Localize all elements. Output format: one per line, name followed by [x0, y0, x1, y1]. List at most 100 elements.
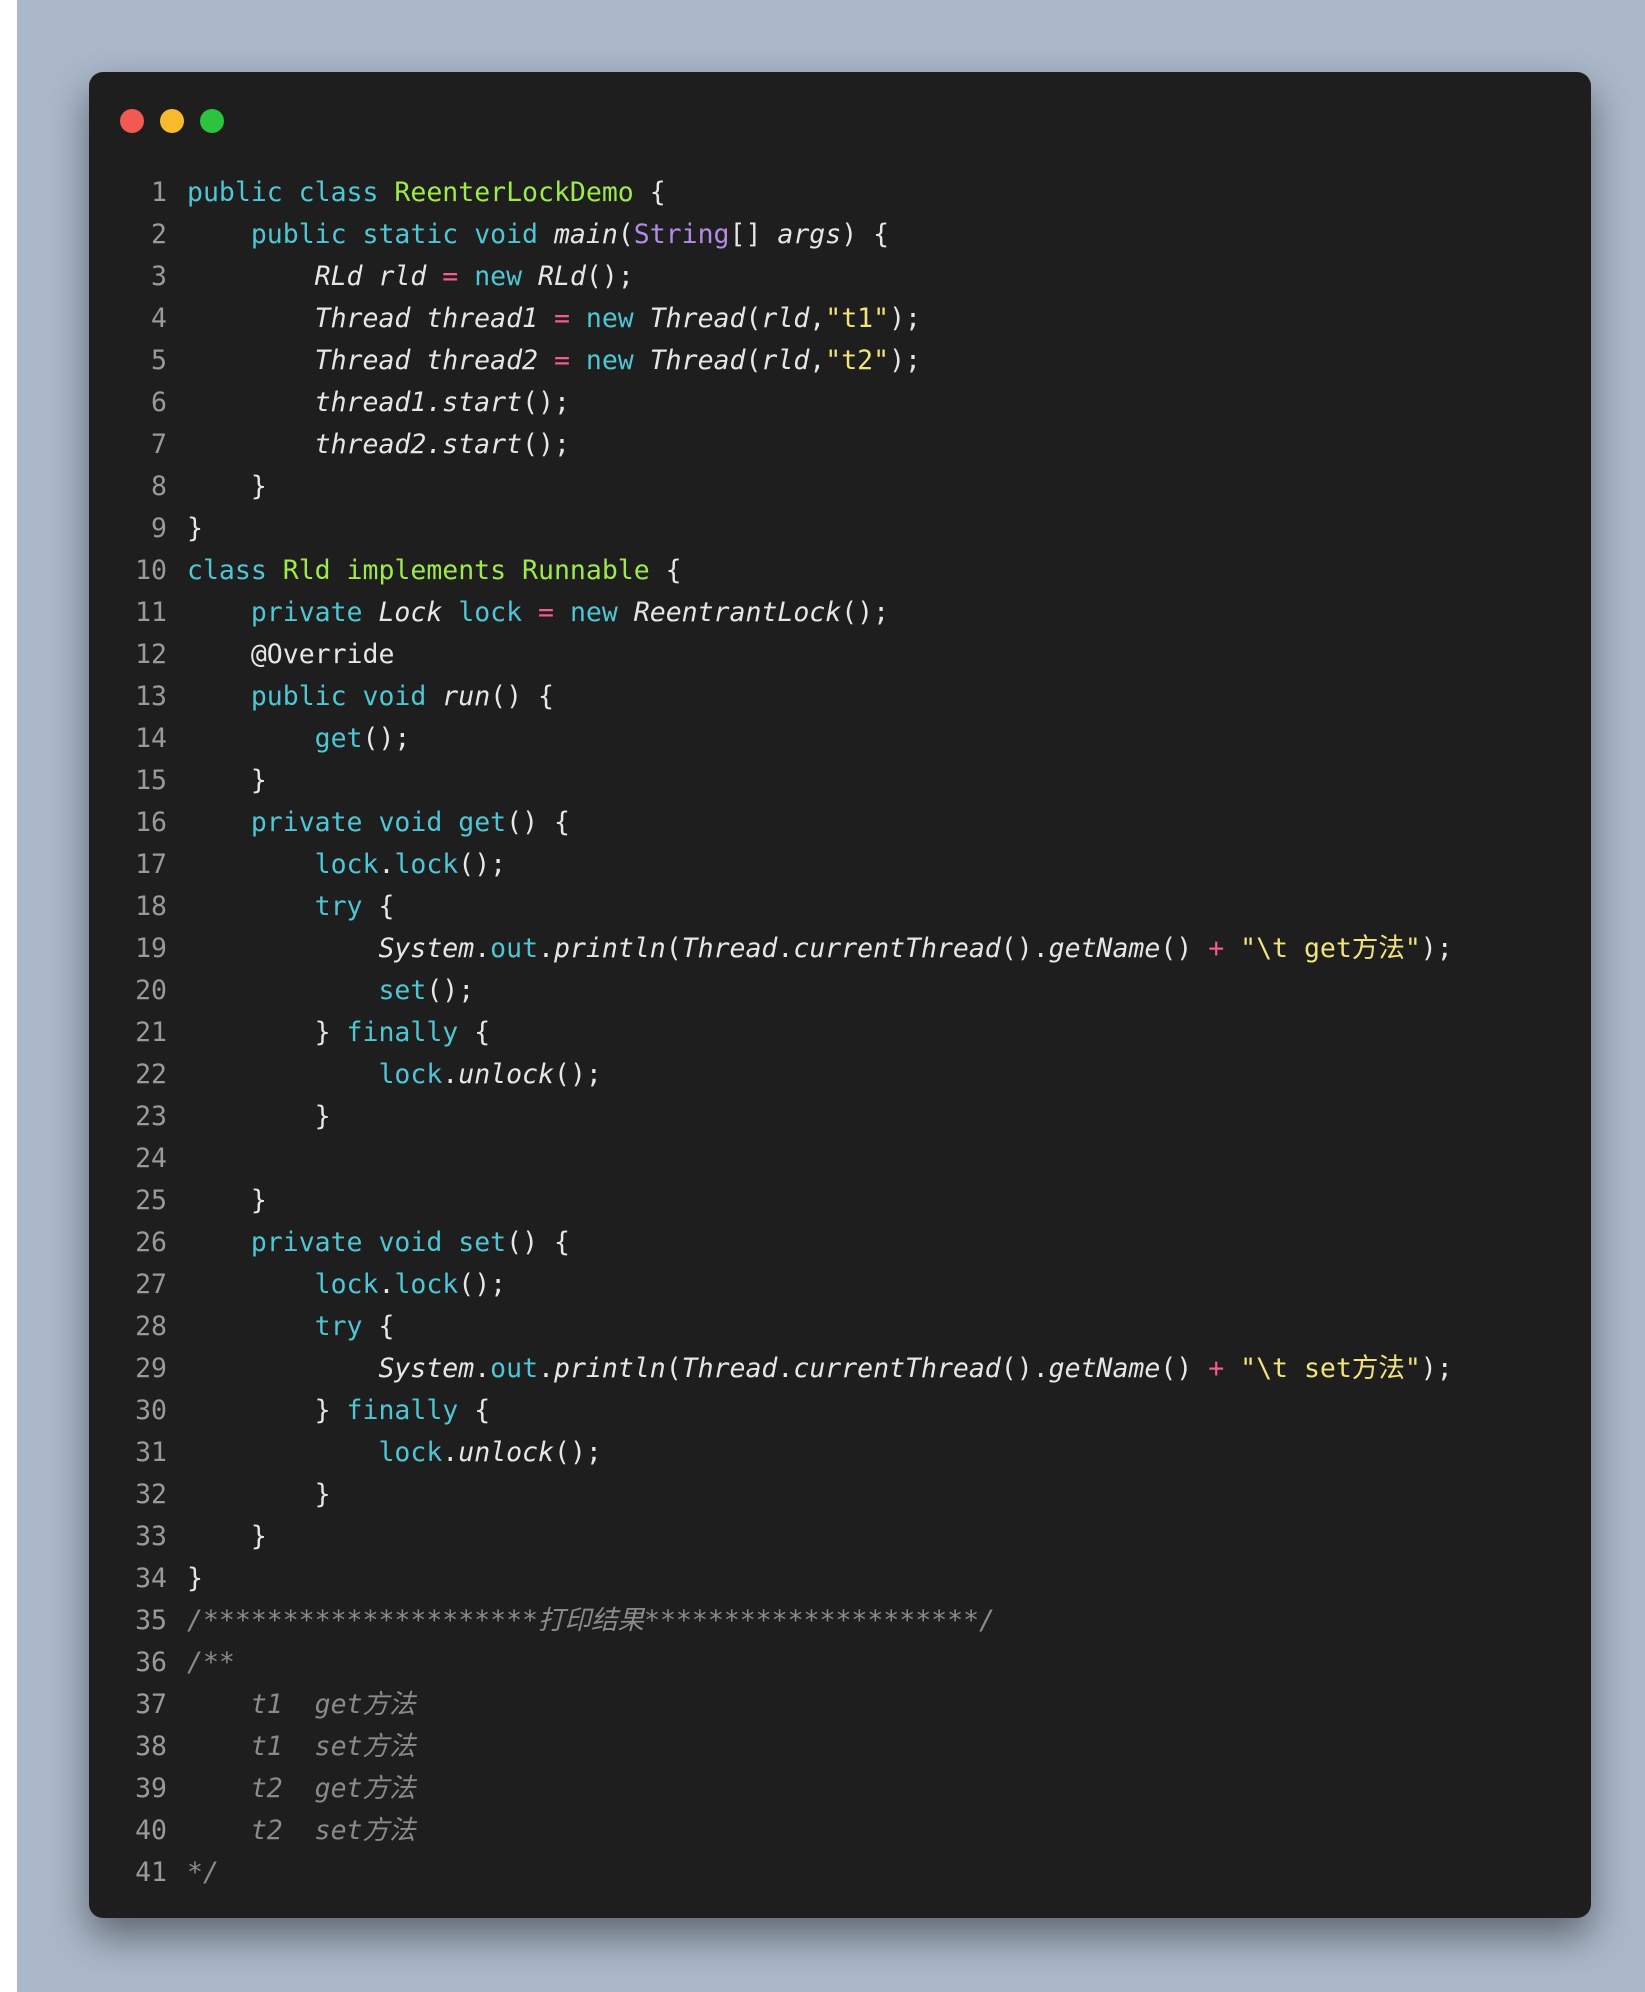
line-number: 1: [151, 177, 167, 208]
code-token: {: [649, 555, 682, 586]
minimize-button-dot[interactable]: [160, 109, 184, 133]
code-token: () {: [506, 1227, 570, 1258]
code-token: Thread thread2: [314, 345, 554, 376]
code-token: }: [187, 1185, 267, 1216]
code-token: private void get: [250, 807, 507, 838]
code-token: ();: [522, 387, 570, 418]
code-line: 4 Thread thread1 = new Thread(rld,"t1");: [89, 298, 1591, 340]
code-token: getName: [1048, 1353, 1161, 1384]
maximize-button-dot[interactable]: [200, 109, 224, 133]
line-number: 11: [135, 597, 167, 628]
code-token: (: [745, 303, 762, 334]
code-line: 6 thread1.start();: [89, 382, 1591, 424]
code-line: 18 try {: [89, 886, 1591, 928]
code-line: 10 class Rld implements Runnable {: [89, 550, 1591, 592]
code-token: (: [665, 933, 682, 964]
code-token: }: [187, 1563, 203, 1594]
code-token: (: [745, 345, 762, 376]
code-token: (): [1160, 1353, 1209, 1384]
code-line: 21 } finally {: [89, 1012, 1591, 1054]
line-source: try {: [187, 1306, 395, 1348]
code-line: 25 }: [89, 1180, 1591, 1222]
code-token: RLd: [538, 261, 586, 292]
code-line: 24: [89, 1138, 1591, 1180]
code-token: ();: [585, 261, 634, 292]
line-source: lock.lock();: [187, 1264, 507, 1306]
line-source: thread2.start();: [187, 424, 570, 466]
code-line: 20 set();: [89, 970, 1591, 1012]
code-token: }: [187, 1479, 331, 1510]
code-token: ,: [809, 303, 826, 334]
line-source: class Rld implements Runnable {: [187, 550, 682, 592]
line-number: 32: [135, 1479, 167, 1510]
code-token: ();: [362, 723, 411, 754]
code-line: 19 System.out.println(Thread.currentThre…: [89, 928, 1591, 970]
code-token: ();: [553, 1437, 602, 1468]
line-number: 41: [135, 1857, 167, 1888]
code-line: 7 thread2.start();: [89, 424, 1591, 466]
line-number: 36: [135, 1647, 167, 1678]
line-number: 35: [135, 1605, 167, 1636]
line-number: 16: [135, 807, 167, 838]
code-token: new: [474, 261, 539, 292]
line-number: 22: [135, 1059, 167, 1090]
code-token: ();: [458, 1269, 507, 1300]
code-block: 1 public class ReenterLockDemo {2 public …: [89, 172, 1591, 1894]
line-source: Thread thread2 = new Thread(rld,"t2");: [187, 340, 921, 382]
code-token: .: [777, 933, 794, 964]
code-line: 12 @Override: [89, 634, 1591, 676]
code-line: 36 /**: [89, 1642, 1591, 1684]
code-line: 38 t1 set方法: [89, 1726, 1591, 1768]
line-number: 20: [135, 975, 167, 1006]
line-source: }: [187, 1096, 331, 1138]
line-source: /**: [187, 1642, 235, 1684]
line-source: /*********************打印结果**************…: [187, 1600, 995, 1642]
code-token: finally: [346, 1017, 459, 1048]
code-token: }: [187, 471, 267, 502]
code-line: 5 Thread thread2 = new Thread(rld,"t2");: [89, 340, 1591, 382]
code-token: rld: [761, 303, 810, 334]
line-number: 7: [151, 429, 167, 460]
code-line: 13 public void run() {: [89, 676, 1591, 718]
code-token: .: [378, 849, 395, 880]
code-line: 14 get();: [89, 718, 1591, 760]
code-line: 31 lock.unlock();: [89, 1432, 1591, 1474]
code-token: }: [187, 513, 203, 544]
code-line: 3 RLd rld = new RLd();: [89, 256, 1591, 298]
line-number: 14: [135, 723, 167, 754]
code-token: lock: [394, 1269, 459, 1300]
code-token: RLd rld: [314, 261, 443, 292]
code-token: .: [442, 1437, 459, 1468]
code-token: new: [585, 345, 650, 376]
line-source: }: [187, 760, 267, 802]
code-token: .: [378, 1269, 395, 1300]
code-window: 1 public class ReenterLockDemo {2 public …: [89, 72, 1591, 1918]
line-source: set();: [187, 970, 474, 1012]
code-token: t1 set方法: [187, 1731, 416, 1762]
code-token: main: [553, 219, 618, 250]
line-source: }: [187, 1558, 203, 1600]
code-token: ();: [841, 597, 890, 628]
line-source: lock.unlock();: [187, 1432, 602, 1474]
line-source: System.out.println(Thread.currentThread(…: [187, 1348, 1452, 1390]
code-token: out: [490, 933, 539, 964]
line-source: public class ReenterLockDemo {: [187, 172, 666, 214]
code-token: .: [538, 933, 554, 964]
code-token: ();: [458, 849, 507, 880]
line-source: t1 get方法: [187, 1684, 416, 1726]
code-line: 28 try {: [89, 1306, 1591, 1348]
line-number: 30: [135, 1395, 167, 1426]
line-source: }: [187, 508, 203, 550]
line-source: t2 set方法: [187, 1810, 416, 1852]
line-number: 18: [135, 891, 167, 922]
close-button-dot[interactable]: [120, 109, 144, 133]
code-token: .: [474, 1353, 491, 1384]
line-number: 29: [135, 1353, 167, 1384]
code-token: {: [458, 1017, 491, 1048]
code-line: 33 }: [89, 1516, 1591, 1558]
